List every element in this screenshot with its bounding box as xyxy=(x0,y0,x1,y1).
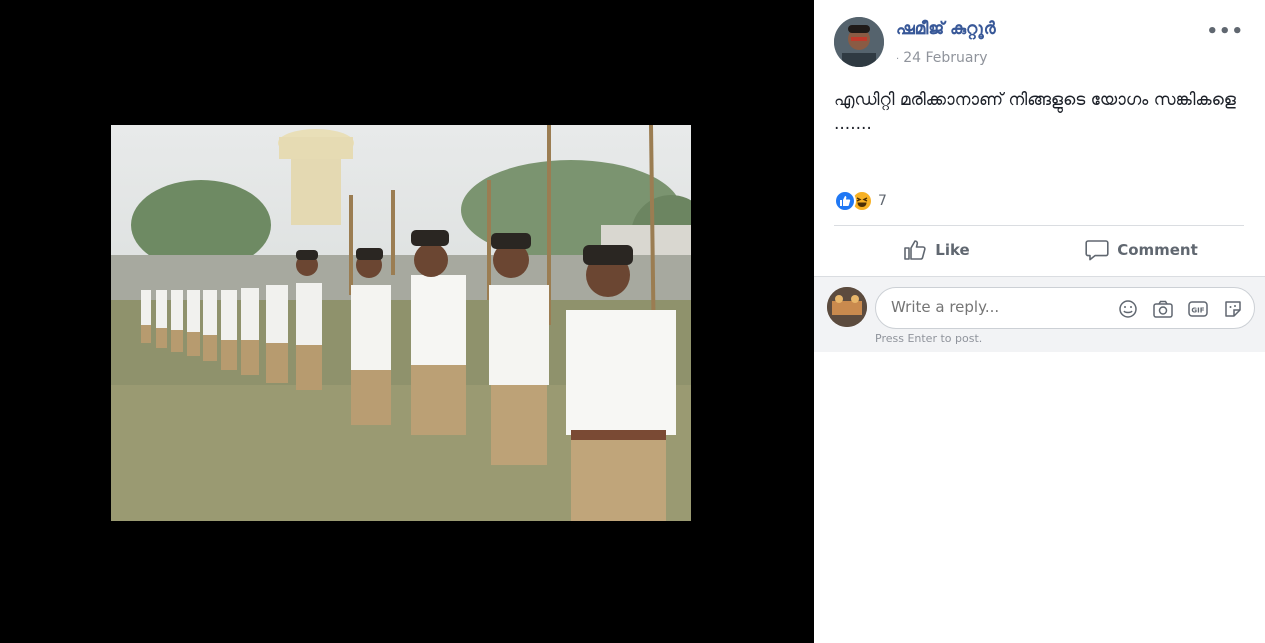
more-options-icon[interactable]: ••• xyxy=(1206,21,1244,42)
emoji-icon[interactable] xyxy=(1116,297,1139,320)
reactions-summary[interactable]: 7 xyxy=(834,188,887,214)
author-avatar[interactable] xyxy=(834,17,884,67)
reply-box: GIF xyxy=(875,287,1255,329)
camera-icon[interactable] xyxy=(1151,297,1174,320)
comment-icon xyxy=(1085,240,1109,261)
post-date[interactable]: 24 February xyxy=(903,50,987,66)
like-button[interactable]: Like xyxy=(834,226,1039,274)
author-name[interactable]: ഷമീജ് കുറ്റൂർ xyxy=(896,19,996,39)
gif-icon[interactable]: GIF xyxy=(1186,297,1209,320)
date-separator: · xyxy=(896,54,900,65)
sticker-icon[interactable] xyxy=(1221,297,1244,320)
post-actions: Like Comment xyxy=(834,226,1244,274)
comment-label: Comment xyxy=(1117,241,1198,259)
post-photo[interactable] xyxy=(111,125,691,521)
reply-input[interactable] xyxy=(891,298,1091,316)
photo-theater xyxy=(0,0,814,643)
reply-tools: GIF xyxy=(1116,297,1244,320)
current-user-avatar[interactable] xyxy=(827,287,867,327)
comment-button[interactable]: Comment xyxy=(1039,226,1244,274)
post-panel: ഷമീജ് കുറ്റൂർ · 24 February ••• എഡിറ്റി മ… xyxy=(814,0,1265,643)
like-reaction-icon xyxy=(834,190,856,212)
reaction-count[interactable]: 7 xyxy=(878,193,887,209)
post-header: ഷമീജ് കുറ്റൂർ · 24 February ••• xyxy=(834,17,1254,69)
thumbs-up-icon xyxy=(904,240,926,260)
post-timestamp[interactable]: · 24 February xyxy=(896,50,988,66)
post-text: എഡിറ്റി മരിക്കാനാണ് നിങ്ങളുടെ യോഗം സങ്കി… xyxy=(834,90,1236,134)
reply-composer: GIF Press Enter to post. xyxy=(814,276,1265,352)
svg-text:GIF: GIF xyxy=(1191,306,1204,314)
like-label: Like xyxy=(935,241,970,259)
reply-hint: Press Enter to post. xyxy=(875,332,983,345)
